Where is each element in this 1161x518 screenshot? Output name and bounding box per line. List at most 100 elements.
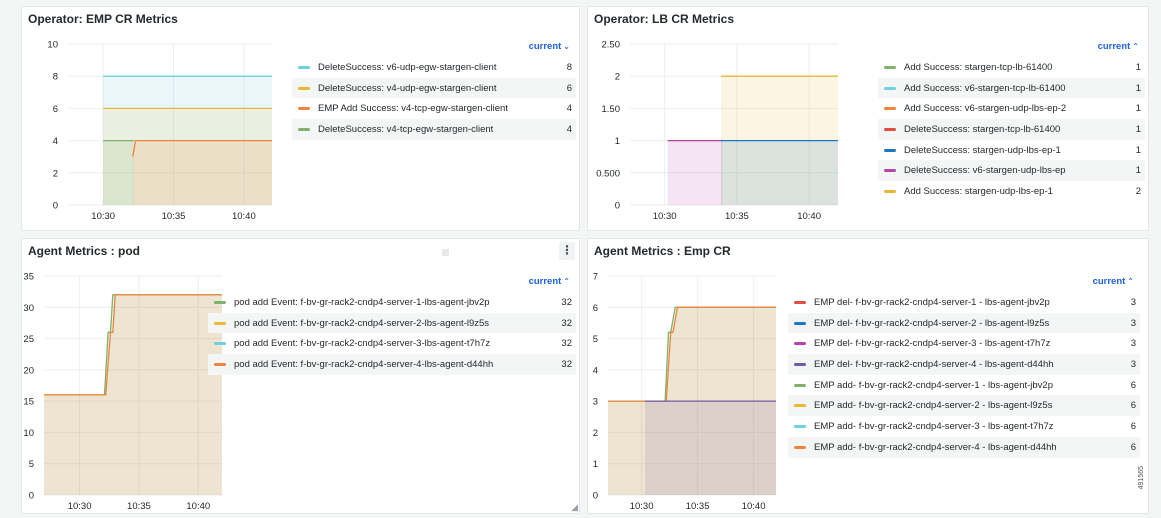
legend-series-name[interactable]: Add Success: stargen-tcp-lb-61400 bbox=[904, 62, 1111, 73]
legend-item[interactable]: Add Success: stargen-tcp-lb-61400 1 bbox=[878, 57, 1145, 78]
series-color-swatch[interactable] bbox=[884, 169, 896, 173]
legend-item[interactable]: DeleteSuccess: stargen-udp-lbs-ep-1 1 bbox=[878, 140, 1145, 161]
series-color-swatch[interactable] bbox=[794, 445, 806, 449]
sort-arrow-icon: ⌃ bbox=[1127, 277, 1134, 286]
legend: current ⌃ Add Success: stargen-tcp-lb-614… bbox=[878, 37, 1145, 202]
series-color-swatch[interactable] bbox=[884, 107, 896, 111]
series-color-swatch[interactable] bbox=[794, 424, 806, 428]
legend-series-name[interactable]: Add Success: stargen-udp-lbs-ep-1 bbox=[904, 186, 1111, 197]
series-color-swatch[interactable] bbox=[884, 189, 896, 193]
series-color-swatch[interactable] bbox=[214, 300, 226, 304]
series-color-swatch[interactable] bbox=[794, 300, 806, 304]
legend-item[interactable]: Add Success: v6-stargen-tcp-lb-61400 1 bbox=[878, 77, 1145, 99]
legend-series-name[interactable]: pod add Event: f-bv-gr-rack2-cndp4-serve… bbox=[234, 297, 542, 308]
legend-item[interactable]: EMP add- f-bv-gr-rack2-cndp4-server-1 - … bbox=[788, 375, 1140, 396]
legend-sort-current[interactable]: current ⌃ bbox=[208, 272, 576, 292]
legend-current-value: 1 bbox=[1135, 82, 1141, 94]
legend-item[interactable]: pod add Event: f-bv-gr-rack2-cndp4-serve… bbox=[208, 354, 576, 375]
legend-series-name[interactable]: EMP del- f-bv-gr-rack2-cndp4-server-2 - … bbox=[814, 318, 1106, 329]
resize-handle-icon[interactable]: ◢ bbox=[571, 503, 578, 512]
legend-current-value: 6 bbox=[1130, 441, 1136, 453]
y-tick-label: 4 bbox=[53, 136, 58, 147]
legend-series-name[interactable]: pod add Event: f-bv-gr-rack2-cndp4-serve… bbox=[234, 338, 542, 349]
legend-item[interactable]: pod add Event: f-bv-gr-rack2-cndp4-serve… bbox=[208, 333, 576, 354]
series-color-swatch[interactable] bbox=[298, 65, 310, 69]
series-color-swatch[interactable] bbox=[884, 127, 896, 131]
series-color-swatch[interactable] bbox=[794, 404, 806, 408]
legend-item[interactable]: EMP add- f-bv-gr-rack2-cndp4-server-2 - … bbox=[788, 395, 1140, 417]
pod-chart: 0 5 10 15 20 25 30 35 10:30 10:35 10:40 bbox=[23, 272, 222, 512]
legend-series-name[interactable]: pod add Event: f-bv-gr-rack2-cndp4-serve… bbox=[234, 359, 542, 370]
legend-item[interactable]: pod add Event: f-bv-gr-rack2-cndp4-serve… bbox=[208, 312, 576, 334]
panel-emp-cr-metrics: Operator: EMP CR Metrics 0 2 4 6 8 10 10:30 10:… bbox=[21, 6, 580, 231]
legend-item[interactable]: DeleteSuccess: v6-stargen-udp-lbs-ep 1 bbox=[878, 160, 1145, 182]
legend-series-name[interactable]: DeleteSuccess: v6-stargen-udp-lbs-ep bbox=[904, 165, 1111, 176]
legend-series-name[interactable]: EMP Add Success: v4-tcp-egw-stargen-clie… bbox=[318, 103, 542, 114]
legend-series-name[interactable]: DeleteSuccess: v6-udp-egw-stargen-client bbox=[318, 62, 542, 73]
y-tick-label: 8 bbox=[53, 72, 58, 83]
legend-series-name[interactable]: EMP add- f-bv-gr-rack2-cndp4-server-1 - … bbox=[814, 380, 1106, 391]
legend-sort-current[interactable]: current ⌄ bbox=[292, 37, 576, 57]
legend-rows: DeleteSuccess: v6-udp-egw-stargen-client… bbox=[292, 57, 576, 140]
y-tick-label: 3 bbox=[593, 397, 598, 408]
series-color-swatch[interactable] bbox=[298, 107, 310, 111]
legend-item[interactable]: EMP del- f-bv-gr-rack2-cndp4-server-4 - … bbox=[788, 354, 1140, 375]
legend-series-name[interactable]: Add Success: v6-stargen-tcp-lb-61400 bbox=[904, 83, 1111, 94]
legend-item[interactable]: DeleteSuccess: stargen-tcp-lb-61400 1 bbox=[878, 119, 1145, 140]
x-tick-label: 10:35 bbox=[162, 211, 186, 222]
legend-series-name[interactable]: DeleteSuccess: stargen-tcp-lb-61400 bbox=[904, 124, 1111, 135]
lb-cr-chart: 0 0.500 1 1.50 2 2.50 10:30 10:35 10:40 bbox=[596, 40, 838, 222]
legend-item[interactable]: EMP add- f-bv-gr-rack2-cndp4-server-3 - … bbox=[788, 416, 1140, 437]
more-vertical-icon: ⋮ bbox=[561, 243, 573, 257]
series-color-swatch[interactable] bbox=[884, 86, 896, 90]
legend-item[interactable]: EMP add- f-bv-gr-rack2-cndp4-server-4 - … bbox=[788, 436, 1140, 458]
legend-item[interactable]: EMP del- f-bv-gr-rack2-cndp4-server-2 - … bbox=[788, 312, 1140, 334]
legend-item[interactable]: pod add Event: f-bv-gr-rack2-cndp4-serve… bbox=[208, 292, 576, 313]
legend-series-name[interactable]: Add Success: v6-stargen-udp-lbs-ep-2 bbox=[904, 103, 1111, 114]
series-area bbox=[132, 140, 272, 205]
series-color-swatch[interactable] bbox=[794, 342, 806, 346]
legend-series-name[interactable]: EMP del- f-bv-gr-rack2-cndp4-server-1 - … bbox=[814, 297, 1106, 308]
series-color-swatch[interactable] bbox=[794, 321, 806, 325]
y-tick-label: 6 bbox=[53, 104, 58, 115]
legend-series-name[interactable]: DeleteSuccess: stargen-udp-lbs-ep-1 bbox=[904, 145, 1111, 156]
x-tick-label: 10:40 bbox=[742, 501, 766, 512]
legend-series-name[interactable]: EMP del- f-bv-gr-rack2-cndp4-server-3 - … bbox=[814, 338, 1106, 349]
series-color-swatch[interactable] bbox=[214, 321, 226, 325]
legend-series-name[interactable]: EMP add- f-bv-gr-rack2-cndp4-server-4 - … bbox=[814, 442, 1106, 453]
series-color-swatch[interactable] bbox=[794, 383, 806, 387]
legend-item[interactable]: EMP Add Success: v4-tcp-egw-stargen-clie… bbox=[292, 98, 576, 119]
legend-series-name[interactable]: pod add Event: f-bv-gr-rack2-cndp4-serve… bbox=[234, 318, 542, 329]
legend-item[interactable]: EMP del- f-bv-gr-rack2-cndp4-server-1 - … bbox=[788, 292, 1140, 313]
sort-arrow-icon: ⌄ bbox=[563, 42, 570, 51]
legend-series-name[interactable]: DeleteSuccess: v4-tcp-egw-stargen-client bbox=[318, 124, 542, 135]
legend-sort-current[interactable]: current ⌃ bbox=[878, 37, 1145, 57]
legend-item[interactable]: DeleteSuccess: v4-udp-egw-stargen-client… bbox=[292, 77, 576, 99]
legend: current ⌃ pod add Event: f-bv-gr-rack2-cn… bbox=[208, 272, 576, 375]
series-color-swatch[interactable] bbox=[884, 148, 896, 152]
legend-item[interactable]: Add Success: stargen-udp-lbs-ep-1 2 bbox=[878, 181, 1145, 202]
series-color-swatch[interactable] bbox=[214, 362, 226, 366]
series-color-swatch[interactable] bbox=[794, 362, 806, 366]
y-tick-label: 10 bbox=[47, 40, 58, 51]
legend-series-name[interactable]: EMP add- f-bv-gr-rack2-cndp4-server-2 - … bbox=[814, 400, 1106, 411]
series-color-swatch[interactable] bbox=[298, 86, 310, 90]
series-color-swatch[interactable] bbox=[298, 127, 310, 131]
y-tick-label: 7 bbox=[593, 272, 598, 283]
panel-menu-button[interactable]: ⋮ bbox=[559, 242, 575, 260]
legend-current-value: 3 bbox=[1130, 358, 1136, 370]
legend-item[interactable]: DeleteSuccess: v6-udp-egw-stargen-client… bbox=[292, 57, 576, 78]
legend-sort-current[interactable]: current ⌃ bbox=[788, 272, 1140, 292]
y-tick-label: 2 bbox=[53, 168, 58, 179]
y-tick-label: 0 bbox=[53, 201, 58, 212]
legend-series-name[interactable]: EMP add- f-bv-gr-rack2-cndp4-server-3 - … bbox=[814, 421, 1106, 432]
legend-series-name[interactable]: DeleteSuccess: v4-udp-egw-stargen-client bbox=[318, 83, 542, 94]
legend-series-name[interactable]: EMP del- f-bv-gr-rack2-cndp4-server-4 - … bbox=[814, 359, 1106, 370]
series-color-swatch[interactable] bbox=[884, 65, 896, 69]
series-color-swatch[interactable] bbox=[214, 342, 226, 346]
legend-item[interactable]: Add Success: v6-stargen-udp-lbs-ep-2 1 bbox=[878, 98, 1145, 119]
legend-item[interactable]: EMP del- f-bv-gr-rack2-cndp4-server-3 - … bbox=[788, 333, 1140, 354]
y-tick-label: 0 bbox=[29, 491, 34, 502]
legend-item[interactable]: DeleteSuccess: v4-tcp-egw-stargen-client… bbox=[292, 119, 576, 140]
x-tick-label: 10:35 bbox=[686, 501, 710, 512]
